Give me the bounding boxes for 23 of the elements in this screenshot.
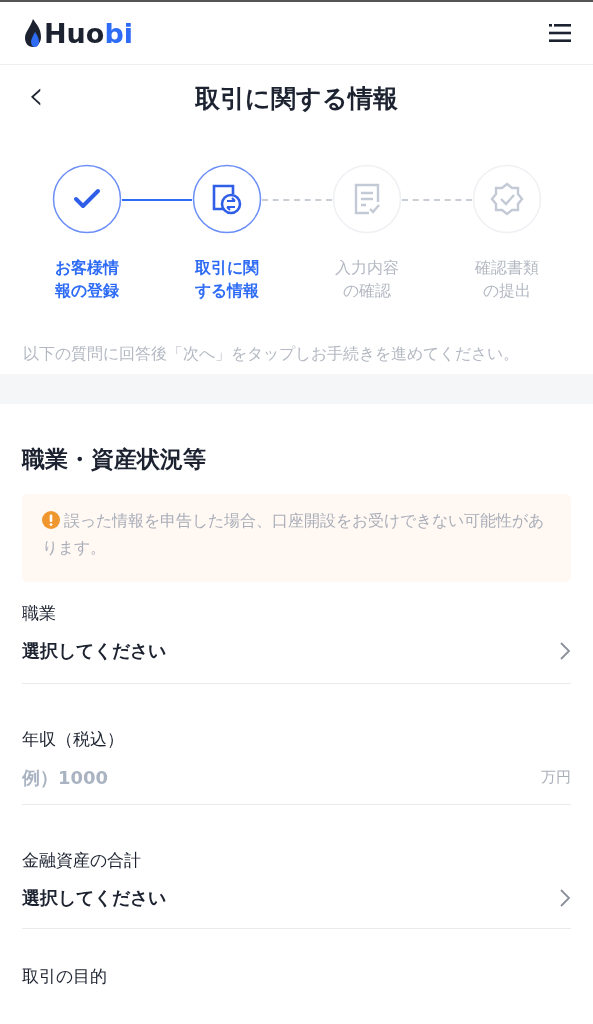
- step-label: 取引に関する情報: [193, 257, 260, 302]
- step-label: 確認書類の提出: [473, 257, 540, 302]
- warning-icon: [42, 511, 60, 529]
- warning-text: 誤った情報を申告した場合、口座開設をお受けできない可能性があります。: [22, 494, 571, 582]
- chevron-icon: [559, 641, 571, 661]
- chevron-icon: [559, 888, 571, 908]
- select-field[interactable]: 選択してください: [22, 886, 571, 910]
- unit-label: 万円: [541, 768, 571, 787]
- field-label: 金融資産の合計: [22, 849, 142, 872]
- input-field[interactable]: 例）1000: [22, 767, 222, 788]
- page-title: 取引に関する情報: [195, 83, 398, 113]
- menu-icon[interactable]: [549, 24, 571, 42]
- instruction-text: 以下の質問に回答後「次へ」をタップしお手続きを進めてください。: [22, 344, 520, 365]
- huobi-logo[interactable]: Huobi: [24, 17, 133, 49]
- field-label: 年収（税込）: [22, 728, 125, 751]
- field-label: 職業: [22, 602, 57, 625]
- field-label: 取引の目的: [22, 965, 108, 988]
- flame-icon: [24, 18, 42, 48]
- section-title: 職業・資産状況等: [22, 445, 207, 474]
- step-label: 入力内容の確認: [333, 257, 400, 302]
- back-button[interactable]: ‹: [22, 75, 50, 115]
- step-label: お客様情報の登録: [53, 257, 120, 302]
- select-field[interactable]: 選択してください: [22, 639, 571, 663]
